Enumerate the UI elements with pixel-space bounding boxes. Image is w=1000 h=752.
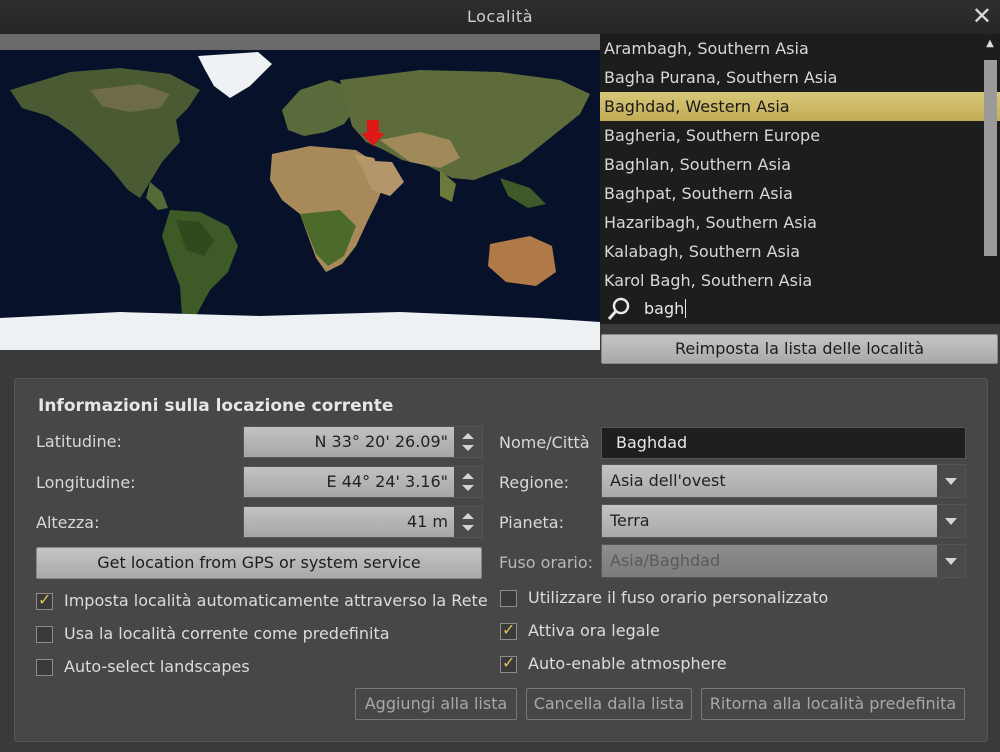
search-box[interactable]: bagh	[600, 294, 1000, 324]
reset-list-button[interactable]: Reimposta la lista delle località	[601, 334, 998, 364]
atmosphere-label[interactable]: Auto-enable atmosphere	[528, 654, 727, 673]
world-map[interactable]	[0, 34, 600, 350]
name-label: Nome/Città	[499, 433, 590, 452]
custom-timezone-checkbox[interactable]	[500, 590, 517, 607]
scrollbar-thumb[interactable]	[984, 60, 997, 256]
longitude-label: Longitudine:	[36, 473, 136, 492]
location-list[interactable]: Arambagh, Southern Asia Bagha Purana, So…	[600, 34, 1000, 294]
checkmark-icon: ✓	[502, 653, 516, 672]
chevron-down-icon	[937, 545, 965, 577]
planet-value: Terra	[610, 511, 650, 530]
longitude-value[interactable]: E 44° 24' 3.16"	[327, 472, 448, 491]
auto-landscape-label[interactable]: Auto-select landscapes	[64, 657, 250, 676]
delete-from-list-button[interactable]: Cancella dalla lista	[526, 688, 692, 720]
chevron-down-icon[interactable]	[937, 465, 965, 497]
use-default-checkbox[interactable]	[36, 626, 53, 643]
latitude-spinbox[interactable]: N 33° 20' 26.09"	[243, 426, 483, 458]
return-default-button[interactable]: Ritorna alla località predefinita	[701, 688, 965, 720]
timezone-select: Asia/Baghdad	[601, 544, 966, 578]
dst-checkbox[interactable]: ✓	[500, 620, 517, 640]
spin-arrows-icon[interactable]	[454, 507, 482, 537]
name-field[interactable]: Baghdad	[601, 427, 966, 459]
search-icon	[607, 297, 630, 320]
dst-label[interactable]: Attiva ora legale	[528, 621, 660, 640]
region-label: Regione:	[499, 473, 570, 492]
spin-arrows-icon[interactable]	[454, 467, 482, 497]
window-title: Località	[467, 7, 533, 26]
altitude-spinbox[interactable]: 41 m	[243, 506, 483, 538]
list-scrollbar[interactable]: ▲	[982, 36, 998, 282]
search-input[interactable]: bagh	[644, 299, 687, 318]
list-item-selected[interactable]: Baghdad, Western Asia	[600, 92, 1000, 121]
gps-location-button[interactable]: Get location from GPS or system service	[36, 547, 482, 579]
timezone-value: Asia/Baghdad	[610, 551, 721, 570]
list-item[interactable]: Bagha Purana, Southern Asia	[600, 63, 1000, 92]
checkmark-icon: ✓	[502, 620, 516, 639]
latitude-value[interactable]: N 33° 20' 26.09"	[314, 432, 448, 451]
use-default-label[interactable]: Usa la località corrente come predefinit…	[64, 624, 390, 643]
chevron-down-icon[interactable]	[937, 505, 965, 537]
list-item[interactable]: Arambagh, Southern Asia	[600, 34, 1000, 63]
auto-landscape-checkbox[interactable]	[36, 659, 53, 676]
spin-arrows-icon[interactable]	[454, 427, 482, 457]
planet-select[interactable]: Terra	[601, 504, 966, 538]
list-item[interactable]: Hazaribagh, Southern Asia	[600, 208, 1000, 237]
close-icon[interactable]: ✕	[972, 2, 992, 30]
custom-timezone-label[interactable]: Utilizzare il fuso orario personalizzato	[528, 588, 828, 607]
title-bar: Località ✕	[0, 0, 1000, 34]
checkmark-icon: ✓	[38, 590, 52, 609]
altitude-label: Altezza:	[36, 513, 100, 532]
auto-network-checkbox[interactable]: ✓	[36, 590, 53, 610]
longitude-spinbox[interactable]: E 44° 24' 3.16"	[243, 466, 483, 498]
region-value: Asia dell'ovest	[610, 471, 726, 490]
panel-heading: Informazioni sulla locazione corrente	[38, 396, 394, 416]
atmosphere-checkbox[interactable]: ✓	[500, 653, 517, 673]
timezone-label: Fuso orario:	[499, 553, 594, 572]
altitude-value[interactable]: 41 m	[407, 512, 448, 531]
list-item[interactable]: Kalabagh, Southern Asia	[600, 237, 1000, 266]
add-to-list-button[interactable]: Aggiungi alla lista	[355, 688, 517, 720]
region-select[interactable]: Asia dell'ovest	[601, 464, 966, 498]
list-item[interactable]: Baghpat, Southern Asia	[600, 179, 1000, 208]
planet-label: Pianeta:	[499, 513, 564, 532]
latitude-label: Latitudine:	[36, 432, 122, 451]
list-item[interactable]: Baghlan, Southern Asia	[600, 150, 1000, 179]
list-item[interactable]: Karol Bagh, Southern Asia	[600, 266, 1000, 294]
list-item[interactable]: Bagheria, Southern Europe	[600, 121, 1000, 150]
scroll-up-icon[interactable]: ▲	[982, 36, 998, 52]
auto-network-label[interactable]: Imposta località automaticamente attrave…	[64, 591, 488, 610]
name-value[interactable]: Baghdad	[616, 433, 687, 452]
map-top-strip	[0, 34, 600, 50]
world-map-image	[0, 50, 600, 350]
